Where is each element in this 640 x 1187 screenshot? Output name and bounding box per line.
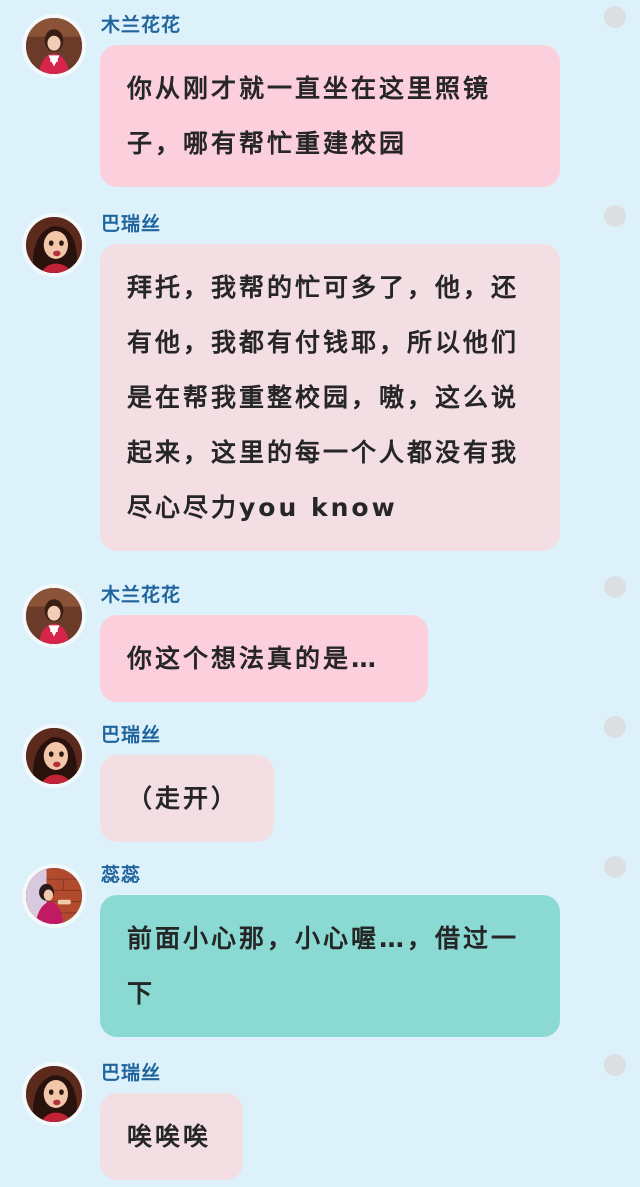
message-select-dot[interactable] — [604, 576, 626, 598]
message-select-dot[interactable] — [604, 856, 626, 878]
message-select-dot[interactable] — [604, 1054, 626, 1076]
message-select-dot[interactable] — [604, 6, 626, 28]
barisi-avatar[interactable] — [22, 1062, 86, 1126]
sender-name: 巴瑞丝 — [101, 213, 162, 235]
message-bubble[interactable]: 唉唉唉 — [100, 1093, 243, 1180]
sender-name: 木兰花花 — [101, 14, 182, 36]
sender-name: 巴瑞丝 — [101, 724, 162, 746]
message-bubble[interactable]: （走开） — [100, 755, 274, 842]
sender-name: 木兰花花 — [101, 584, 182, 606]
message-bubble[interactable]: 你这个想法真的是… — [100, 615, 428, 702]
message-select-dot[interactable] — [604, 205, 626, 227]
message-bubble[interactable]: 你从刚才就一直坐在这里照镜子，哪有帮忙重建校园 — [100, 45, 560, 187]
mulan-avatar[interactable] — [22, 14, 86, 78]
barisi-avatar[interactable] — [22, 724, 86, 788]
ruirui-avatar[interactable] — [22, 864, 86, 928]
mulan-avatar[interactable] — [22, 584, 86, 648]
message-bubble[interactable]: 前面小心那，小心喔…，借过一下 — [100, 895, 560, 1037]
sender-name: 蕊蕊 — [101, 864, 142, 886]
sender-name: 巴瑞丝 — [101, 1062, 162, 1084]
message-bubble[interactable]: 拜托，我帮的忙可多了，他，还有他，我都有付钱耶，所以他们是在帮我重整校园，嗷，这… — [100, 244, 560, 551]
barisi-avatar[interactable] — [22, 213, 86, 277]
message-select-dot[interactable] — [604, 716, 626, 738]
